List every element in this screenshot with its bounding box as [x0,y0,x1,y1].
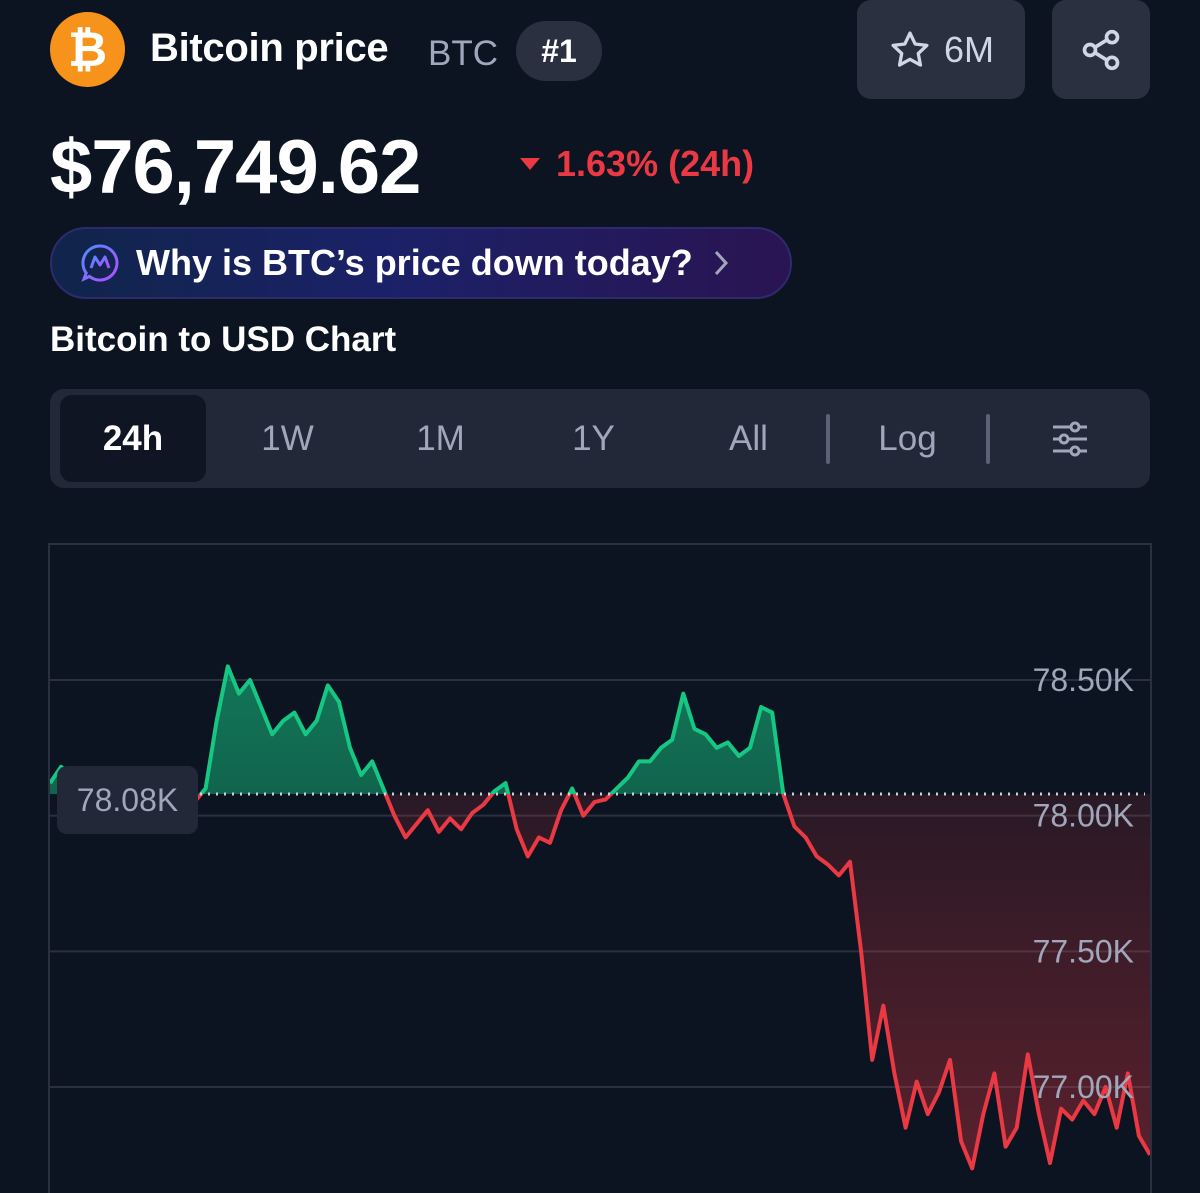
y-tick-label: 77.50K [1033,933,1134,969]
y-tick-label: 77.00K [1033,1069,1134,1105]
y-tick-label: 78.50K [1033,662,1134,698]
reference-price-label: 78.08K [57,766,198,834]
price-chart[interactable]: 78.50K 78.00K 77.50K 77.00K [0,0,1200,1182]
y-tick-label: 78.00K [1033,798,1134,834]
price-series [50,664,1150,1171]
